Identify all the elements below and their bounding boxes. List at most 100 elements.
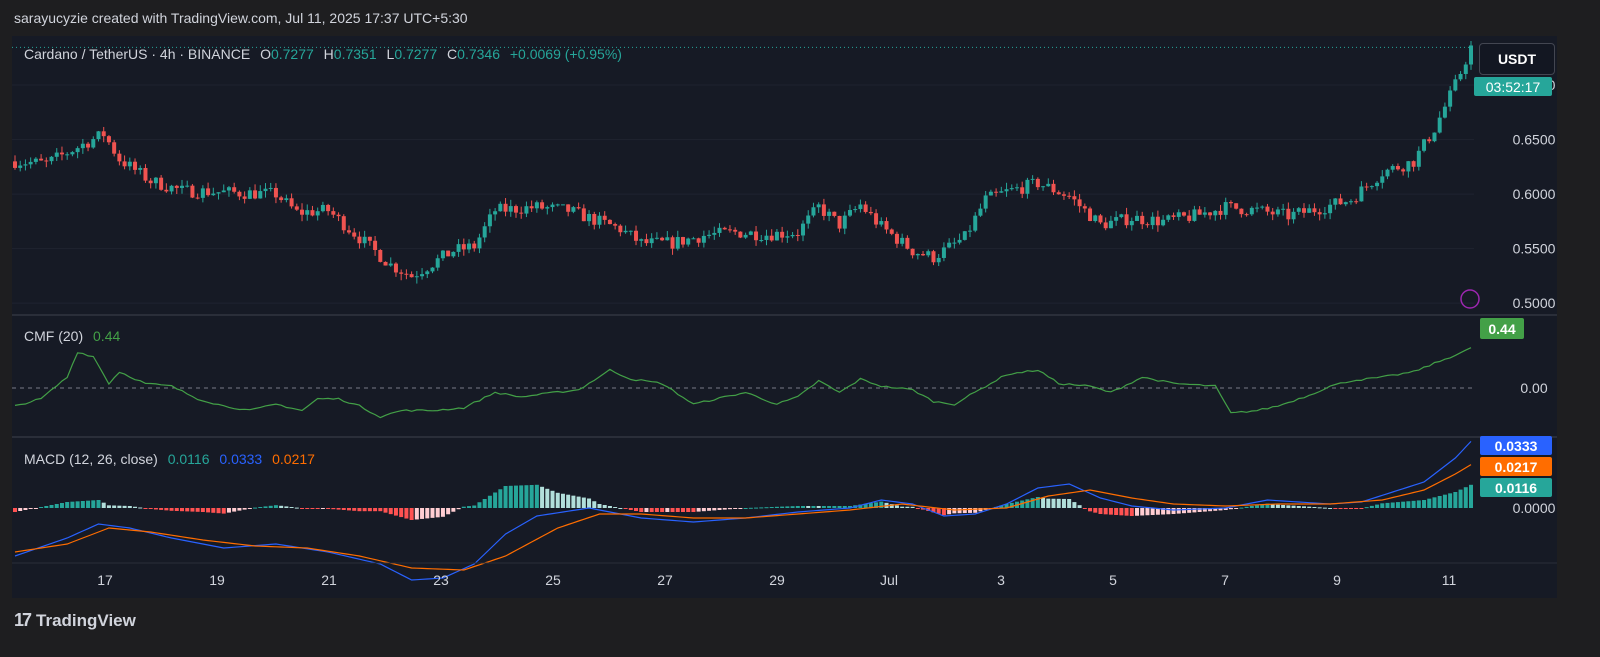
macd-histogram-bar — [253, 507, 258, 509]
cmf-value: 0.44 — [93, 328, 121, 344]
time-tick-label: 29 — [769, 572, 785, 588]
macd-histogram-bar — [247, 508, 252, 509]
tradingview-footer[interactable]: 17 TradingView — [14, 610, 136, 631]
candle-body — [795, 234, 800, 236]
candle-body — [670, 237, 675, 249]
candle-body — [190, 185, 195, 198]
macd-histogram-bar — [482, 499, 487, 508]
macd-histogram-bar — [200, 508, 205, 512]
candle-body — [174, 185, 179, 188]
macd-histogram-bar — [420, 508, 425, 519]
macd-histogram-bar — [759, 507, 764, 509]
macd-histogram-bar — [1093, 508, 1098, 513]
macd-histogram-bar — [268, 505, 273, 508]
countdown-label: 03:52:17 — [1486, 79, 1541, 95]
candle-body — [592, 213, 597, 225]
candle-body — [179, 185, 184, 188]
macd-histogram-bar — [738, 508, 743, 509]
candle-body — [1343, 202, 1348, 205]
candle-body — [576, 207, 581, 209]
macd-histogram-bar — [827, 506, 832, 508]
macd-histogram-bar — [1343, 508, 1348, 509]
candle-body — [185, 185, 190, 187]
candle-body — [618, 225, 623, 233]
candle-body — [1171, 215, 1176, 217]
macd-histogram-bar — [1302, 506, 1307, 508]
macd-histogram-bar — [654, 508, 659, 512]
candle-body — [842, 215, 847, 229]
macd-histogram-bar — [1145, 508, 1150, 516]
candle-body — [409, 274, 414, 278]
macd-histogram-bar — [367, 508, 372, 512]
candle-body — [790, 234, 795, 237]
candle-body — [373, 240, 378, 250]
macd-histogram-bar — [780, 506, 785, 508]
candle-body — [1432, 132, 1437, 142]
candle-body — [1411, 161, 1416, 167]
macd-histogram-bar — [179, 508, 184, 512]
candle-body — [1286, 208, 1291, 220]
candle-body — [806, 215, 811, 224]
macd-histogram-bar — [226, 508, 231, 513]
candle-body — [1307, 208, 1312, 213]
candle-body — [968, 230, 973, 232]
macd-histogram-bar — [837, 506, 842, 508]
macd-histogram-bar — [1369, 505, 1374, 508]
macd-histogram-bar — [691, 508, 696, 512]
macd-histogram-bar — [70, 501, 75, 508]
candle-body — [748, 231, 753, 235]
macd-histogram-bar — [1296, 506, 1301, 508]
candle-body — [117, 153, 122, 162]
macd-histogram-bar — [1328, 508, 1333, 509]
candle-body — [106, 136, 111, 143]
macd-histogram-bar — [284, 506, 289, 508]
candle-body — [195, 197, 200, 199]
macd-histogram-bar — [498, 489, 503, 508]
candle-body — [341, 216, 346, 231]
price-change: +0.0069 (+0.95%) — [509, 46, 622, 62]
macd-histogram-bar — [101, 502, 106, 508]
candle-body — [555, 204, 560, 206]
chart-area[interactable]: 0.70000.65000.60000.55000.500003:52:170.… — [12, 36, 1557, 598]
chart-svg[interactable]: 0.70000.65000.60000.55000.500003:52:170.… — [12, 36, 1557, 598]
candle-body — [1270, 211, 1275, 215]
macd-histogram-bar — [49, 505, 54, 508]
candle-body — [86, 143, 91, 148]
candle-body — [1061, 194, 1066, 196]
candle-body — [357, 236, 362, 244]
candle-body — [508, 206, 513, 212]
macd-histogram-bar — [294, 507, 299, 509]
macd-histogram-bar — [1103, 508, 1108, 515]
candle-body — [1009, 188, 1014, 190]
candle-body — [994, 191, 999, 193]
candle-body — [1014, 187, 1019, 189]
macd-histogram-bar — [722, 508, 727, 510]
candle-body — [623, 230, 628, 233]
time-tick-label: 27 — [657, 572, 673, 588]
macd-histogram-bar — [1427, 498, 1432, 508]
candle-body — [837, 215, 842, 229]
candle-body — [378, 249, 383, 262]
candle-body — [727, 229, 732, 231]
candle-body — [1437, 117, 1442, 133]
candle-body — [701, 235, 706, 243]
candle-body — [1077, 199, 1082, 207]
macd-histogram-bar — [733, 508, 738, 509]
candle-body — [665, 237, 670, 241]
macd-histogram-bar — [1364, 507, 1369, 509]
currency-button[interactable]: USDT — [1479, 43, 1555, 75]
candle-body — [237, 191, 242, 197]
macd-histogram-bar — [597, 504, 602, 508]
ohlc-open-label: O — [260, 46, 271, 62]
candle-body — [1322, 213, 1327, 215]
ohlc-close-value: 0.7346 — [457, 46, 500, 62]
candle-body — [258, 191, 263, 199]
macd-histogram-bar — [639, 508, 644, 512]
candle-body — [1119, 214, 1124, 218]
macd-histogram-bar — [1406, 501, 1411, 508]
macd-histogram-bar — [1114, 508, 1119, 515]
candle-body — [952, 242, 957, 244]
candle-body — [1395, 166, 1400, 170]
macd-histogram-bar — [774, 506, 779, 508]
candle-body — [1364, 186, 1369, 188]
